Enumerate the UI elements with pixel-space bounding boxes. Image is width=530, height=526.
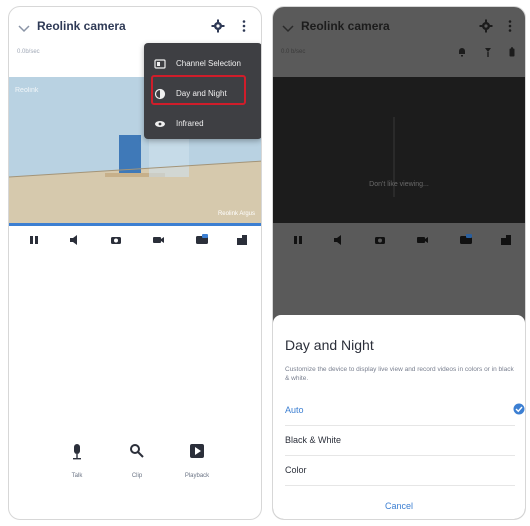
left-screen: Reolink camera 0.0b/sec Reolink Reolink … [8, 6, 262, 520]
more-vertical-icon[interactable] [503, 19, 517, 33]
menu-item-infrared[interactable]: Infrared [144, 111, 261, 137]
gear-icon[interactable] [211, 19, 225, 33]
app-bar: Reolink camera 0.0 b/sec [273, 7, 525, 67]
sheet-title: Day and Night [285, 337, 374, 353]
chevron-down-icon[interactable] [281, 21, 295, 35]
live-video-feed[interactable]: Don't like viewing... [273, 77, 525, 223]
hd-icon[interactable] [459, 233, 473, 247]
right-screen: Reolink camera 0.0 b/sec Don't like view… [272, 6, 526, 520]
video-watermark: Reolink Argus [217, 211, 255, 217]
check-circle-icon [513, 403, 525, 415]
record-icon[interactable] [151, 233, 165, 247]
bitrate-label: 0.0b/sec [17, 49, 40, 55]
pause-icon[interactable] [291, 233, 305, 247]
divider [285, 455, 515, 456]
bell-icon[interactable] [457, 47, 467, 57]
option-color[interactable]: Color [285, 465, 515, 475]
sheet-description: Customize the device to display live vie… [285, 366, 514, 382]
talk-button[interactable]: Talk [47, 443, 107, 479]
option-auto[interactable]: Auto [285, 405, 515, 415]
divider [285, 425, 515, 426]
option-black-white[interactable]: Black & White [285, 435, 515, 445]
infrared-icon [155, 121, 165, 127]
action-bar: Talk Clip Playback [9, 443, 261, 519]
fullscreen-icon[interactable] [499, 233, 513, 247]
clip-icon [130, 444, 144, 458]
speaker-icon[interactable] [67, 233, 81, 247]
day-night-sheet: Day and Night Customize the device to di… [273, 315, 525, 519]
video-status-text: Don't like viewing... [369, 181, 429, 188]
menu-item-label: Infrared [176, 119, 204, 128]
microphone-icon [73, 444, 81, 460]
bitrate-label: 0.0 b/sec [281, 49, 306, 55]
menu-item-label: Channel Selection [176, 59, 241, 68]
app-title: Reolink camera [301, 19, 390, 33]
antenna-icon[interactable] [483, 47, 493, 57]
battery-icon [509, 47, 515, 57]
highlight-box [151, 75, 246, 105]
speaker-icon[interactable] [331, 233, 345, 247]
hd-icon[interactable] [195, 233, 209, 247]
more-vertical-icon[interactable] [237, 19, 251, 33]
divider [285, 485, 515, 486]
cancel-button[interactable]: Cancel [273, 501, 525, 511]
playback-label: Playback [184, 473, 210, 479]
playback-controls [273, 229, 525, 255]
playback-icon [190, 444, 204, 458]
camera-scene [273, 77, 525, 223]
video-progress-bar [9, 223, 261, 226]
fullscreen-icon[interactable] [235, 233, 249, 247]
pause-icon[interactable] [27, 233, 41, 247]
playback-controls [9, 229, 261, 255]
app-title: Reolink camera [37, 19, 126, 33]
clip-button[interactable]: Clip [107, 443, 167, 479]
video-timestamp: Reolink [15, 87, 39, 94]
channel-icon [154, 59, 166, 69]
record-icon[interactable] [415, 233, 429, 247]
menu-item-channel-selection[interactable]: Channel Selection [144, 51, 261, 77]
talk-label: Talk [71, 473, 83, 479]
chevron-down-icon[interactable] [17, 21, 31, 35]
playback-button[interactable]: Playback [167, 443, 227, 479]
camera-snapshot-icon[interactable] [373, 233, 387, 247]
camera-snapshot-icon[interactable] [109, 233, 123, 247]
gear-icon[interactable] [479, 19, 493, 33]
clip-label: Clip [131, 473, 143, 479]
